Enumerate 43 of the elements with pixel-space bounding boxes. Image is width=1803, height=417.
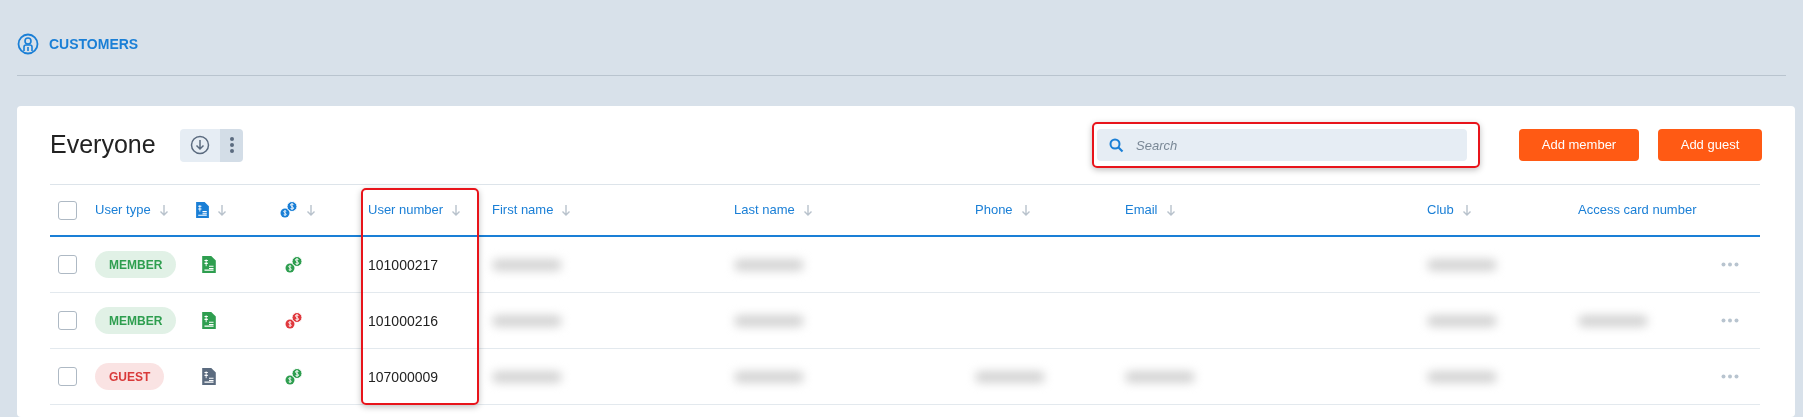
user-type-badge: MEMBER bbox=[95, 307, 177, 334]
user-type-badge: MEMBER bbox=[95, 251, 177, 278]
checkbox[interactable] bbox=[58, 367, 77, 386]
sort-arrow-icon[interactable] bbox=[1020, 204, 1031, 216]
document-icon bbox=[196, 202, 209, 218]
download-button[interactable] bbox=[180, 128, 220, 162]
column-header[interactable]: User type bbox=[95, 200, 151, 220]
checkbox[interactable] bbox=[58, 255, 77, 274]
column-header[interactable]: Email bbox=[1125, 200, 1158, 220]
table-cell: 101000217 bbox=[368, 256, 439, 273]
column-header[interactable]: Club bbox=[1427, 200, 1454, 220]
more-vertical-icon bbox=[228, 136, 235, 154]
customer-icon bbox=[17, 33, 39, 55]
column-header[interactable]: Access card number bbox=[1578, 200, 1697, 220]
add-guest-button[interactable]: Add guest bbox=[1658, 129, 1762, 161]
sort-arrow-icon[interactable] bbox=[306, 204, 316, 216]
download-icon bbox=[190, 135, 210, 155]
sort-arrow-icon[interactable] bbox=[802, 204, 813, 216]
column-header[interactable]: First name bbox=[492, 200, 554, 220]
column-header[interactable]: User number bbox=[368, 200, 444, 220]
add-member-button[interactable]: Add member bbox=[1519, 129, 1639, 161]
sort-arrow-icon[interactable] bbox=[158, 204, 169, 216]
sort-arrow-icon[interactable] bbox=[1165, 204, 1176, 216]
list-title: Everyone bbox=[50, 129, 157, 161]
column-header[interactable]: Last name bbox=[734, 200, 795, 220]
more-button[interactable] bbox=[220, 128, 243, 162]
column-header[interactable]: Phone bbox=[975, 200, 1013, 220]
more-horizontal-icon[interactable] bbox=[1721, 262, 1739, 267]
search-icon bbox=[1109, 138, 1124, 153]
sort-arrow-icon[interactable] bbox=[561, 204, 572, 216]
table-cell: 107000009 bbox=[368, 368, 439, 385]
sort-arrow-icon[interactable] bbox=[1461, 204, 1472, 216]
sort-arrow-icon[interactable] bbox=[451, 204, 462, 216]
user-type-badge: GUEST bbox=[95, 363, 165, 390]
more-horizontal-icon[interactable] bbox=[1721, 374, 1739, 379]
table-cell: 101000216 bbox=[368, 312, 439, 329]
page-title: CUSTOMERS bbox=[49, 34, 139, 54]
coins-icon bbox=[280, 201, 298, 219]
more-horizontal-icon[interactable] bbox=[1721, 318, 1739, 323]
checkbox[interactable] bbox=[58, 200, 77, 220]
checkbox[interactable] bbox=[58, 311, 77, 330]
search-field[interactable]: Search bbox=[1097, 129, 1467, 161]
sort-arrow-icon[interactable] bbox=[217, 204, 227, 216]
